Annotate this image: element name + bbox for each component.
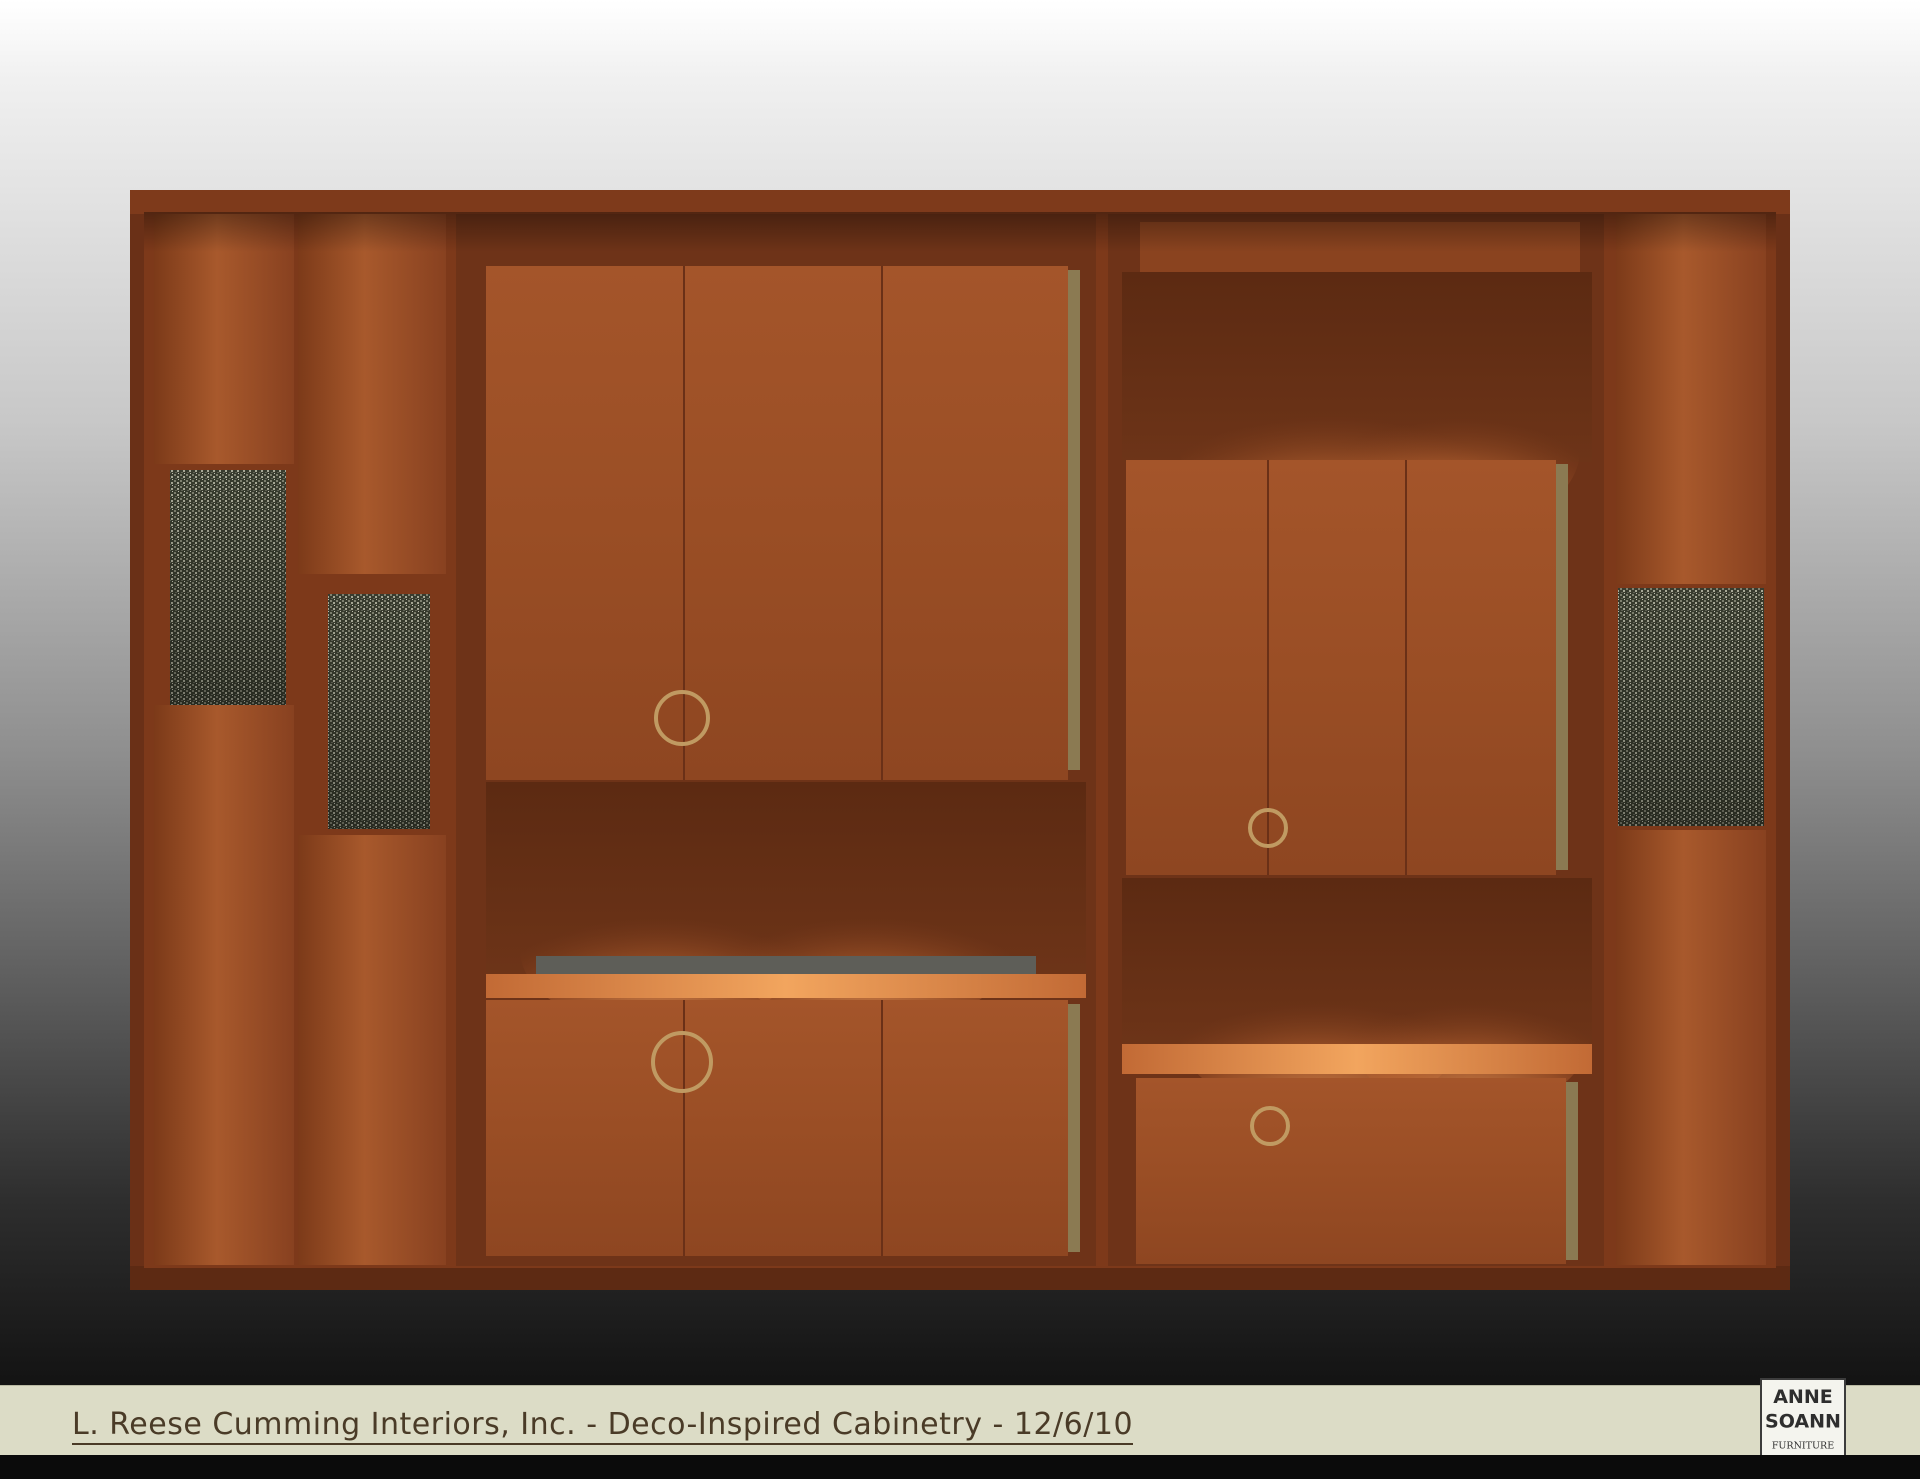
logo-line3: FURNITURE	[1772, 1441, 1834, 1452]
caption-text: L. Reese Cumming Interiors, Inc. - Deco-…	[72, 1408, 1134, 1445]
right-column-panels	[1616, 214, 1766, 1265]
logo-line2: SOANN	[1765, 1411, 1841, 1433]
lower-doors	[486, 1000, 1068, 1256]
center-cabinet	[456, 214, 1096, 1266]
footer-strip	[0, 1455, 1920, 1479]
drawer	[1136, 1078, 1566, 1264]
right-center-cabinet	[1108, 214, 1604, 1266]
mid-doors	[1126, 460, 1556, 875]
brand-logo: ANNE SOANN FURNITURE	[1760, 1378, 1846, 1462]
upper-doors	[486, 266, 1068, 780]
logo-line1: ANNE	[1773, 1386, 1833, 1408]
cabinetry-rendering	[0, 0, 1920, 1385]
